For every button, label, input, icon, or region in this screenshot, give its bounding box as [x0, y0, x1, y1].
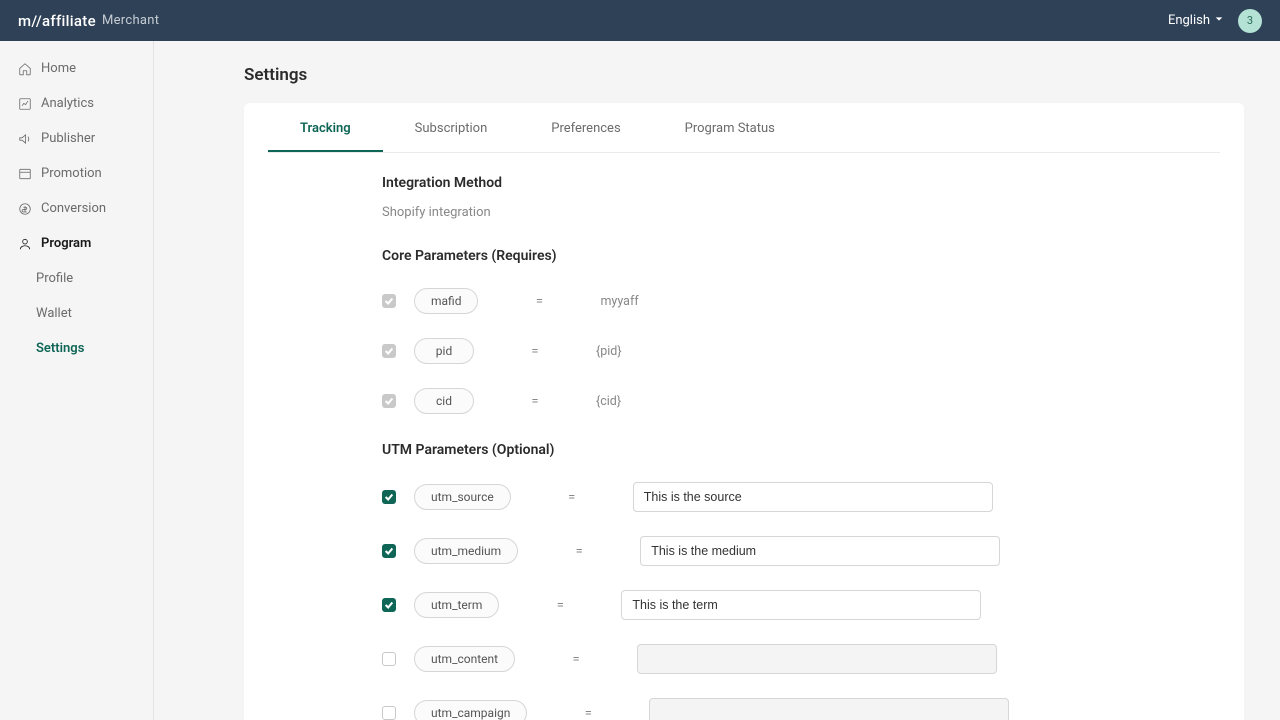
- equals-sign: =: [571, 652, 581, 667]
- param-chip: utm_medium: [414, 538, 518, 564]
- sidebar-sub-settings[interactable]: Settings: [0, 331, 153, 366]
- section-title: Core Parameters (Requires): [382, 248, 1220, 264]
- sidebar-item-publisher[interactable]: Publisher: [0, 121, 153, 156]
- param-row-utm-term: utm_term =: [382, 590, 1220, 620]
- checkbox[interactable]: [382, 490, 396, 504]
- page-title: Settings: [244, 65, 1244, 85]
- param-row-utm-campaign: utm_campaign =: [382, 698, 1220, 720]
- logo: m//affiliate Merchant: [18, 12, 159, 30]
- sidebar-item-label: Conversion: [41, 201, 106, 216]
- utm-content-input[interactable]: [637, 644, 997, 674]
- avatar[interactable]: 3: [1238, 9, 1262, 33]
- section-utm-params: UTM Parameters (Optional) utm_source = u…: [268, 442, 1220, 720]
- equals-sign: =: [530, 344, 540, 359]
- home-icon: [18, 62, 32, 76]
- param-chip: utm_content: [414, 646, 515, 672]
- sidebar-item-home[interactable]: Home: [0, 51, 153, 86]
- sidebar-sub-wallet[interactable]: Wallet: [0, 296, 153, 331]
- settings-tabs: Tracking Subscription Preferences Progra…: [268, 103, 1220, 153]
- settings-card: Tracking Subscription Preferences Progra…: [244, 103, 1244, 720]
- param-chip: utm_term: [414, 592, 499, 618]
- analytics-icon: [18, 97, 32, 111]
- param-row-cid: cid = {cid}: [382, 388, 1220, 414]
- sidebar-item-analytics[interactable]: Analytics: [0, 86, 153, 121]
- language-label: English: [1168, 13, 1210, 28]
- equals-sign: =: [567, 490, 577, 505]
- sidebar: Home Analytics Publisher Promotion Conve…: [0, 41, 154, 720]
- language-selector[interactable]: English: [1168, 13, 1224, 28]
- conversion-icon: [18, 202, 32, 216]
- section-integration: Integration Method Shopify integration: [268, 175, 1220, 220]
- section-title: UTM Parameters (Optional): [382, 442, 1220, 458]
- sidebar-sub-profile[interactable]: Profile: [0, 261, 153, 296]
- section-core-params: Core Parameters (Requires) mafid = myyaf…: [268, 248, 1220, 414]
- logo-sub: Merchant: [102, 13, 159, 28]
- tab-tracking[interactable]: Tracking: [268, 103, 383, 152]
- content: Settings Tracking Subscription Preferenc…: [154, 41, 1280, 720]
- checkbox[interactable]: [382, 652, 396, 666]
- header-left: m//affiliate Merchant: [18, 12, 159, 30]
- equals-sign: =: [583, 706, 593, 720]
- utm-term-input[interactable]: [621, 590, 981, 620]
- checkbox[interactable]: [382, 598, 396, 612]
- sidebar-item-label: Publisher: [41, 131, 95, 146]
- sidebar-item-program[interactable]: Program: [0, 226, 153, 261]
- section-title: Integration Method: [382, 175, 1220, 191]
- sidebar-item-label: Promotion: [41, 166, 102, 181]
- checkbox: [382, 344, 396, 358]
- checkbox[interactable]: [382, 706, 396, 720]
- param-chip: pid: [414, 338, 474, 364]
- header-right: English 3: [1168, 9, 1262, 33]
- param-chip: cid: [414, 388, 474, 414]
- logo-main: m//affiliate: [18, 12, 96, 30]
- param-row-pid: pid = {pid}: [382, 338, 1220, 364]
- utm-medium-input[interactable]: [640, 536, 1000, 566]
- param-chip: utm_campaign: [414, 700, 527, 720]
- tab-subscription[interactable]: Subscription: [383, 103, 520, 152]
- sidebar-item-label: Program: [41, 236, 91, 251]
- param-chip: mafid: [414, 288, 478, 314]
- integration-method-text: Shopify integration: [382, 205, 1220, 220]
- sidebar-item-label: Analytics: [41, 96, 94, 111]
- param-chip: utm_source: [414, 484, 511, 510]
- sidebar-item-promotion[interactable]: Promotion: [0, 156, 153, 191]
- param-row-utm-medium: utm_medium =: [382, 536, 1220, 566]
- utm-source-input[interactable]: [633, 482, 993, 512]
- utm-campaign-input[interactable]: [649, 698, 1009, 720]
- equals-sign: =: [534, 294, 544, 309]
- tab-program-status[interactable]: Program Status: [653, 103, 807, 152]
- param-row-utm-source: utm_source =: [382, 482, 1220, 512]
- sidebar-item-conversion[interactable]: Conversion: [0, 191, 153, 226]
- param-value: {cid}: [596, 394, 1220, 409]
- chevron-down-icon: [1214, 13, 1224, 28]
- program-icon: [18, 237, 32, 251]
- sidebar-item-label: Home: [41, 61, 76, 76]
- param-value: {pid}: [596, 344, 1220, 359]
- param-value: myyaff: [600, 294, 1220, 309]
- equals-sign: =: [574, 544, 584, 559]
- equals-sign: =: [530, 394, 540, 409]
- app-header: m//affiliate Merchant English 3: [0, 0, 1280, 41]
- checkbox: [382, 294, 396, 308]
- param-row-utm-content: utm_content =: [382, 644, 1220, 674]
- checkbox[interactable]: [382, 544, 396, 558]
- layout: Home Analytics Publisher Promotion Conve…: [0, 41, 1280, 720]
- equals-sign: =: [555, 598, 565, 613]
- publisher-icon: [18, 132, 32, 146]
- promotion-icon: [18, 167, 32, 181]
- param-row-mafid: mafid = myyaff: [382, 288, 1220, 314]
- tab-preferences[interactable]: Preferences: [519, 103, 652, 152]
- checkbox: [382, 394, 396, 408]
